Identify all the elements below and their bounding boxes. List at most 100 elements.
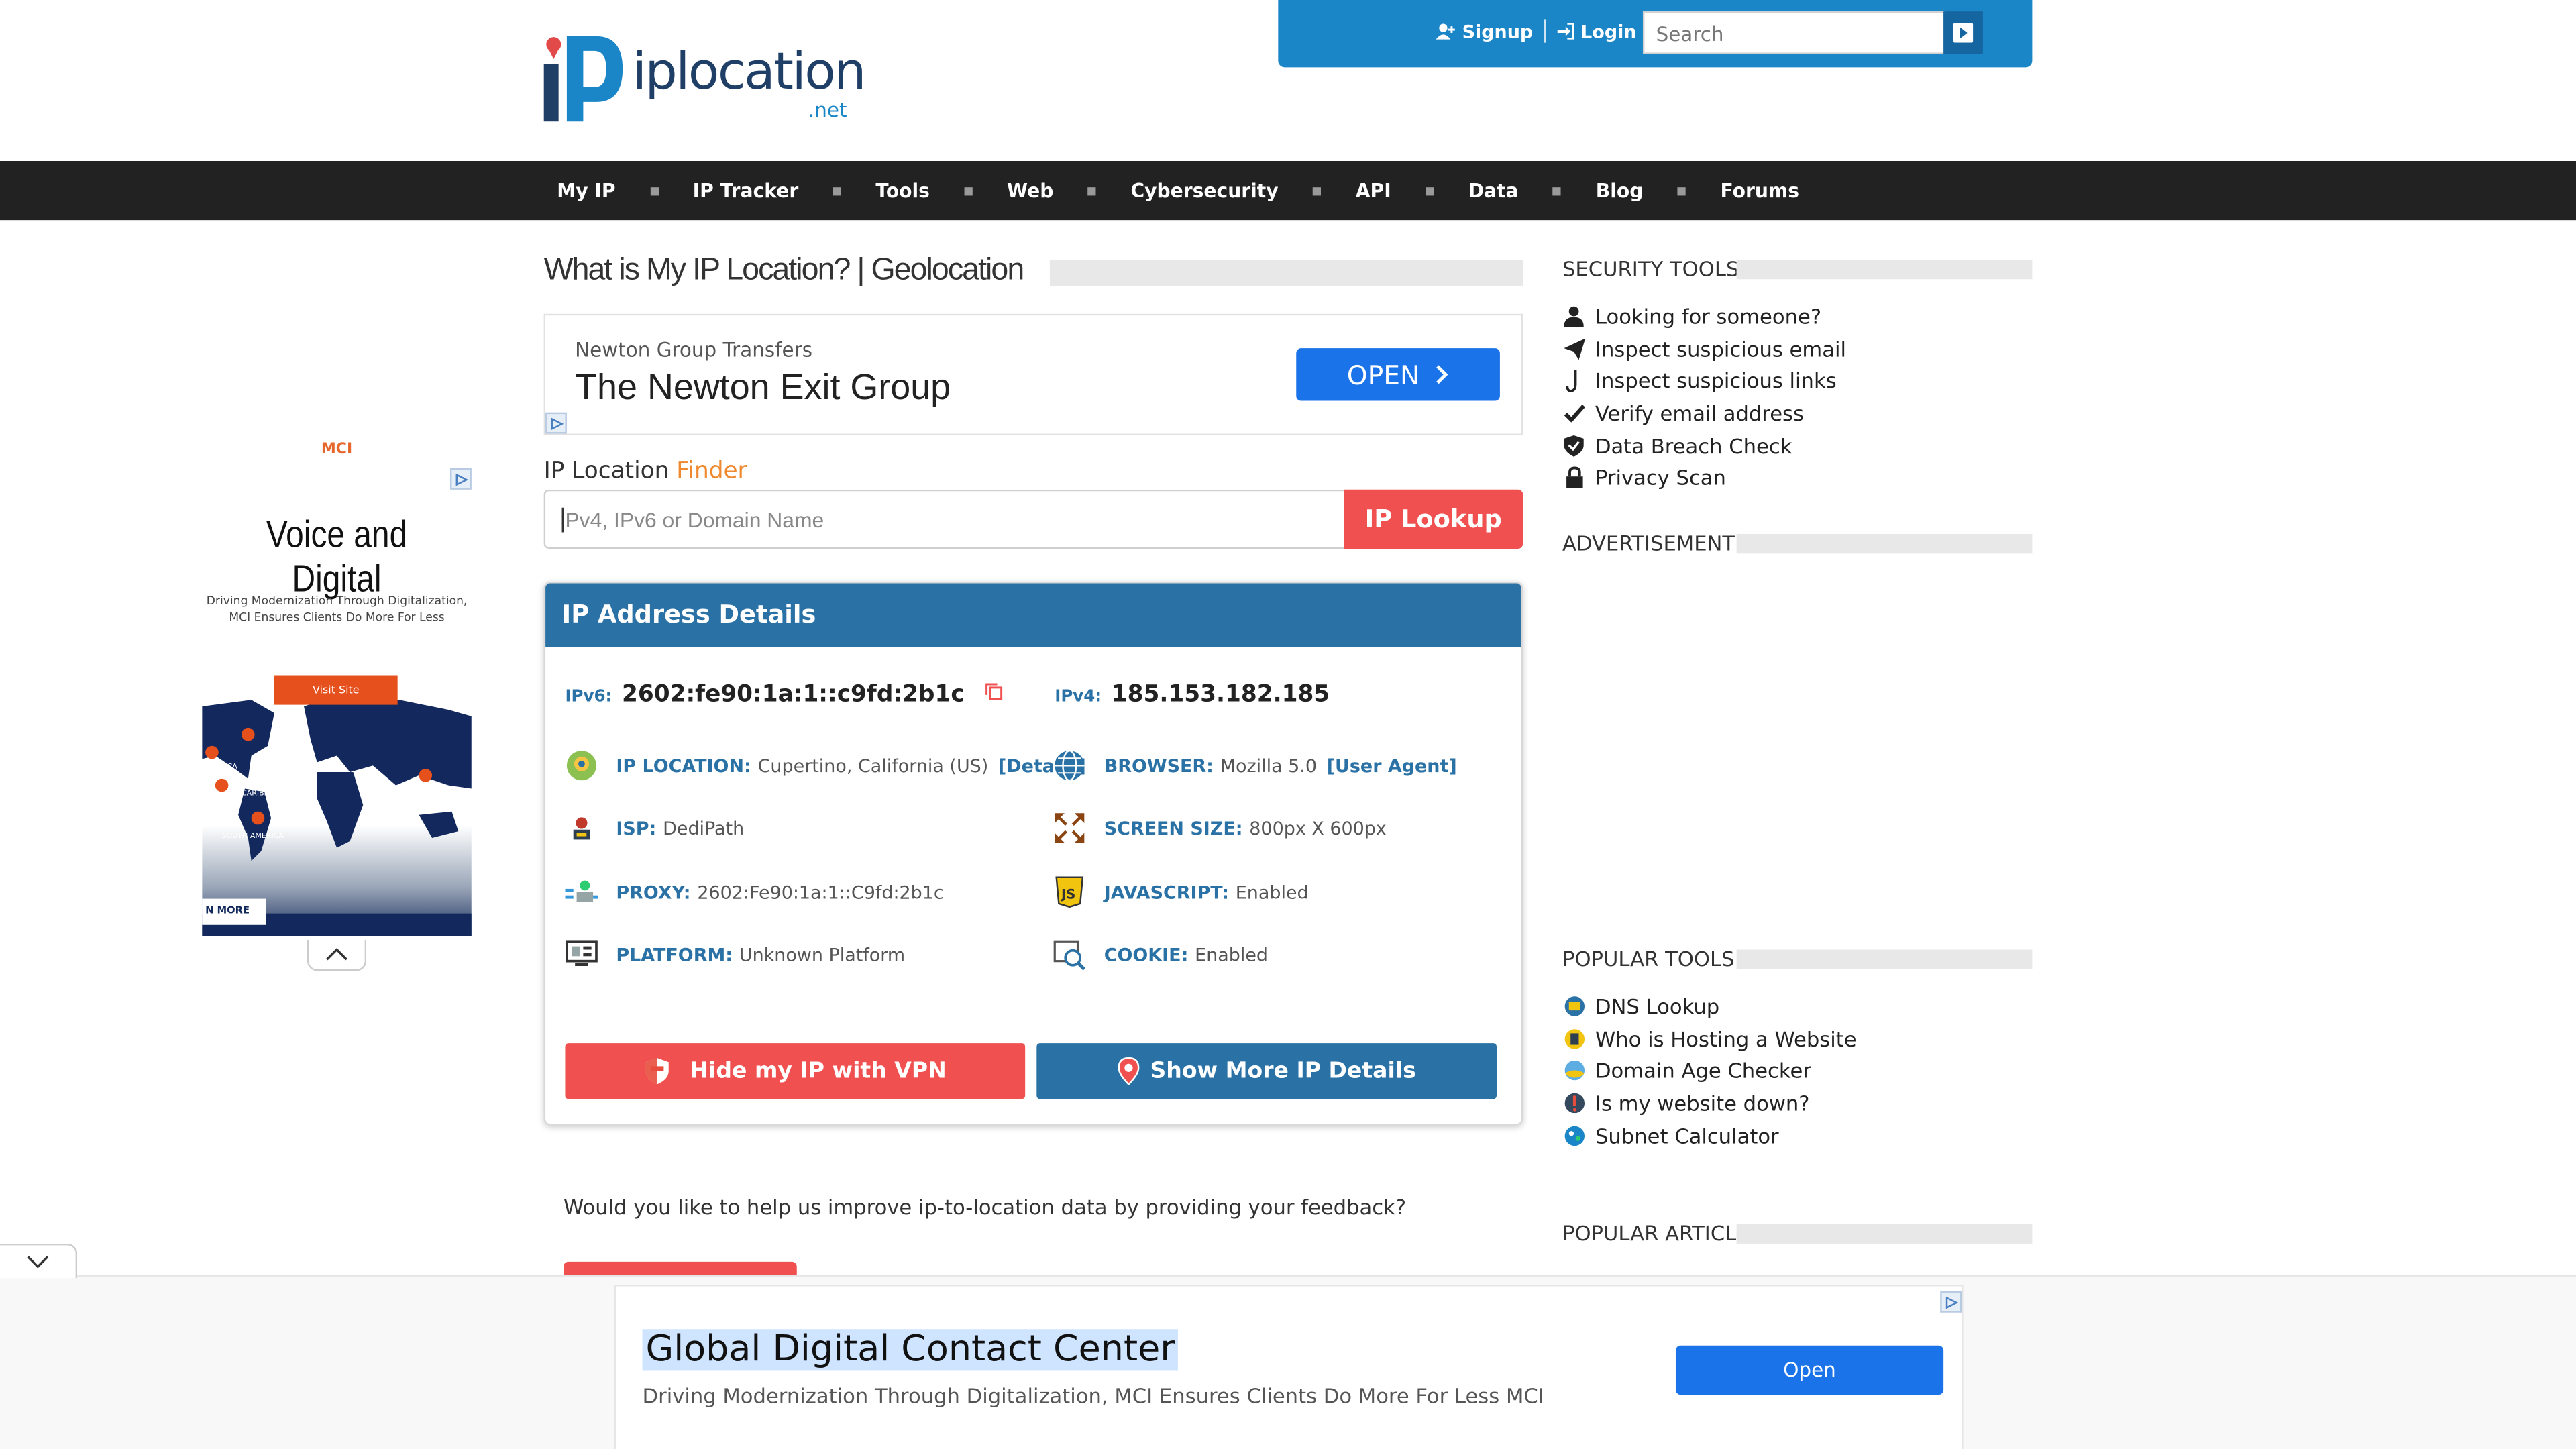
security-item-links[interactable]: Inspect suspicious links [1562, 365, 1846, 397]
left-advertisement[interactable]: MCI Voice and Digital Driving Modernizat… [202, 431, 472, 973]
security-item-privacy[interactable]: Privacy Scan [1562, 462, 1846, 494]
search-submit-icon [1953, 23, 1974, 43]
javascript-value: Enabled [1235, 881, 1309, 903]
ipv4-value: 185.153.182.185 [1111, 682, 1330, 708]
javascript-key: JAVASCRIPT: [1104, 881, 1229, 903]
nav-separator [833, 186, 841, 195]
heading-decoration [1736, 259, 2033, 280]
nav-my-ip[interactable]: My IP [557, 179, 615, 202]
bottom-advertisement[interactable]: Global Digital Contact Center Driving Mo… [614, 1285, 1964, 1449]
javascript-icon: JS [1053, 875, 1086, 908]
nav-web[interactable]: Web [1007, 179, 1053, 202]
shield-icon [645, 1058, 669, 1085]
ipv4-label: IPv4: [1055, 688, 1102, 707]
ad-title: Voice and Digital [266, 513, 408, 600]
tool-domain-age[interactable]: Domain Age Checker [1562, 1055, 1857, 1087]
security-item-email[interactable]: Inspect suspicious email [1562, 333, 1846, 365]
isp-value: DediPath [663, 817, 745, 839]
security-item-breach[interactable]: Data Breach Check [1562, 429, 1846, 462]
chevron-down-icon [27, 1256, 49, 1269]
advertisement-heading: ADVERTISEMENT [1562, 531, 1735, 555]
page: iplocation .net Signup Login Search My I… [0, 0, 2576, 1449]
proxy-row: PROXY: 2602:Fe90:1a:1::C9fd:2b1c [565, 875, 944, 908]
tool-label: Who is Hosting a Website [1595, 1026, 1857, 1052]
location-pin-icon [565, 749, 598, 782]
collapse-bottom-ad-button[interactable] [0, 1243, 78, 1279]
tool-label: DNS Lookup [1595, 994, 1720, 1020]
ipv6-value: 2602:fe90:1a:1::c9fd:2b1c [622, 682, 965, 708]
text-caret [561, 507, 564, 533]
shield-check-icon [1562, 434, 1585, 457]
lock-icon [1562, 466, 1585, 489]
platform-key: PLATFORM: [616, 943, 733, 965]
copy-icon[interactable] [984, 682, 1004, 701]
ad-learn-more-button[interactable]: N MORE [202, 898, 266, 925]
isp-row: ISP: DediPath [565, 812, 744, 845]
collapse-ad-button[interactable] [307, 939, 367, 971]
title-decoration [1049, 259, 1523, 286]
ad-advertiser: Newton Group Transfers [575, 338, 813, 362]
ipv6-row: IPv6: 2602:fe90:1a:1::c9fd:2b1c [565, 682, 1004, 708]
adchoices-icon[interactable] [545, 412, 567, 434]
svg-text:JS: JS [1060, 887, 1075, 902]
cookie-key: COOKIE: [1104, 943, 1189, 965]
show-more-details-button[interactable]: Show More IP Details [1036, 1043, 1497, 1099]
domain-age-icon [1562, 1060, 1585, 1083]
svg-text:CARIBBEAN: CARIBBEAN [241, 788, 284, 797]
page-title: What is My IP Location? | Geolocation [543, 253, 1025, 288]
ip-lookup-button[interactable]: IP Lookup [1344, 489, 1523, 549]
tool-website-down[interactable]: Is my website down? [1562, 1087, 1857, 1120]
security-item-looking[interactable]: Looking for someone? [1562, 301, 1846, 333]
logo-pin-icon [543, 36, 623, 122]
globe-icon [1053, 749, 1086, 782]
chevron-up-icon [326, 948, 347, 961]
javascript-row: JS JAVASCRIPT: Enabled [1053, 875, 1309, 908]
screen-size-row: SCREEN SIZE: 800px X 600px [1053, 812, 1387, 845]
adchoices-icon[interactable] [450, 468, 472, 490]
security-item-label: Data Breach Check [1595, 433, 1792, 458]
cookie-row: COOKIE: Enabled [1053, 938, 1268, 971]
svg-text:SOUTH AMERICA: SOUTH AMERICA [222, 831, 284, 840]
search-button[interactable] [1943, 11, 1983, 54]
ad-visit-site-button[interactable]: Visit Site [274, 675, 398, 705]
top-advertisement[interactable]: Newton Group Transfers The Newton Exit G… [543, 313, 1523, 435]
nav-separator [1087, 186, 1097, 195]
nav-forums[interactable]: Forums [1721, 179, 1800, 202]
heading-decoration [1736, 1224, 2033, 1244]
user-agent-link[interactable]: [User Agent] [1327, 755, 1457, 776]
chevron-right-icon [1436, 365, 1448, 384]
nav-tools[interactable]: Tools [875, 179, 930, 202]
bottom-ad-title: Global Digital Contact Center [642, 1329, 1179, 1371]
map-marker-icon [1118, 1057, 1140, 1086]
nav-ip-tracker[interactable]: IP Tracker [693, 179, 799, 202]
security-item-verify[interactable]: Verify email address [1562, 397, 1846, 429]
login-link[interactable]: Login [1557, 20, 1637, 42]
ip-details-heading: IP Address Details [545, 583, 1521, 647]
nav-blog[interactable]: Blog [1596, 179, 1644, 202]
ad-open-button[interactable]: OPEN [1296, 348, 1500, 401]
user-icon [1562, 305, 1585, 328]
nav-cybersecurity[interactable]: Cybersecurity [1130, 179, 1278, 202]
login-label: Login [1580, 20, 1637, 42]
nav-api[interactable]: API [1356, 179, 1391, 202]
tool-subnet-calculator[interactable]: Subnet Calculator [1562, 1120, 1857, 1152]
ip-search-input[interactable]: Pv4, IPv6 or Domain Name [543, 489, 1346, 549]
heading-decoration [1736, 949, 2033, 969]
adchoices-icon[interactable] [1940, 1291, 1962, 1313]
hide-ip-vpn-button[interactable]: Hide my IP with VPN [565, 1043, 1026, 1099]
nav-data[interactable]: Data [1468, 179, 1519, 202]
sign-in-icon [1557, 23, 1574, 40]
search-input[interactable]: Search [1642, 11, 1945, 54]
show-more-label: Show More IP Details [1150, 1058, 1416, 1085]
bottom-ad-open-button[interactable]: Open [1675, 1345, 1944, 1395]
cookie-search-icon [1053, 938, 1086, 971]
ip-location-row: IP LOCATION: Cupertino, California (US) … [565, 749, 1086, 782]
nav-separator [1426, 186, 1434, 195]
platform-icon [565, 938, 598, 971]
signup-link[interactable]: Signup [1436, 21, 1533, 42]
tool-hosting[interactable]: Who is Hosting a Website [1562, 1023, 1857, 1055]
divider [1544, 19, 1546, 43]
platform-row: PLATFORM: Unknown Platform [565, 938, 905, 971]
tool-dns-lookup[interactable]: DNS Lookup [1562, 991, 1857, 1023]
heading-decoration [1736, 533, 2033, 554]
